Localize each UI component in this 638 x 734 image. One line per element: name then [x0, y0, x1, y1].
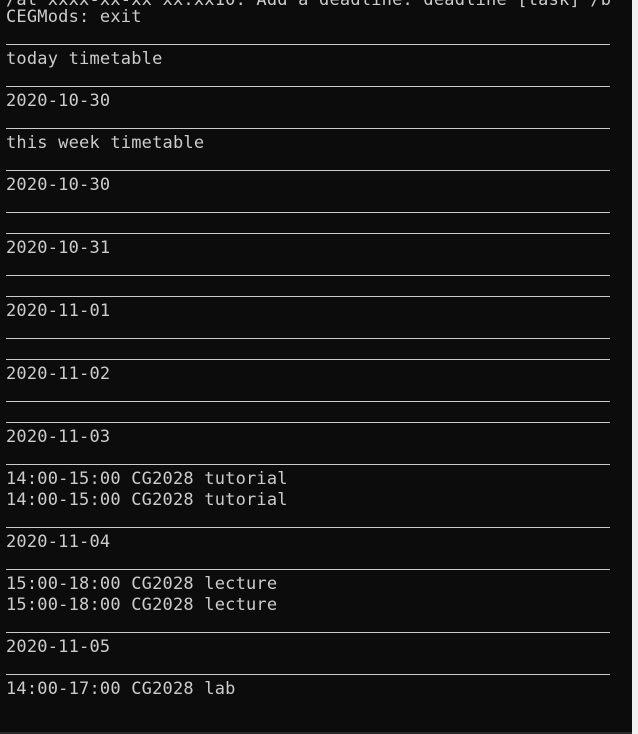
separator-line — [6, 44, 610, 45]
timetable-entry: 15:00-18:00 CG2028 lecture — [6, 595, 278, 615]
separator-line — [6, 212, 610, 213]
separator-line — [6, 464, 610, 465]
section-title-week: this week timetable — [6, 133, 205, 153]
timetable-entry: 15:00-18:00 CG2028 lecture — [6, 574, 278, 594]
separator-line — [6, 296, 610, 297]
separator-line — [6, 170, 610, 171]
date-heading: 2020-10-30 — [6, 175, 111, 195]
command-echo: CEGMods: exit — [6, 7, 142, 27]
date-heading: 2020-10-31 — [6, 238, 111, 258]
separator-line — [6, 86, 610, 87]
separator-line — [6, 275, 610, 276]
separator-line — [6, 338, 610, 339]
date-heading: 2020-11-04 — [6, 532, 111, 552]
separator-line — [6, 527, 610, 528]
separator-line — [6, 422, 610, 423]
separator-line — [6, 674, 610, 675]
separator-line — [6, 569, 610, 570]
date-heading: 2020-11-01 — [6, 301, 111, 321]
timetable-entry: 14:00-15:00 CG2028 tutorial — [6, 490, 288, 510]
vertical-scrollbar[interactable] — [632, 0, 638, 734]
date-heading: 2020-10-30 — [6, 91, 111, 111]
separator-line — [6, 401, 610, 402]
date-heading: 2020-11-03 — [6, 427, 111, 447]
separator-line — [6, 233, 610, 234]
separator-line — [6, 359, 610, 360]
date-heading: 2020-11-05 — [6, 637, 111, 657]
separator-line — [6, 632, 610, 633]
timetable-entry: 14:00-17:00 CG2028 lab — [6, 679, 236, 699]
console-output[interactable]: /at xxxx-xx-xx xx:xx10: Add a deadline: … — [0, 0, 632, 734]
section-title-today: today timetable — [6, 49, 163, 69]
timetable-entry: 14:00-15:00 CG2028 tutorial — [6, 469, 288, 489]
separator-line — [6, 128, 610, 129]
date-heading: 2020-11-02 — [6, 364, 111, 384]
